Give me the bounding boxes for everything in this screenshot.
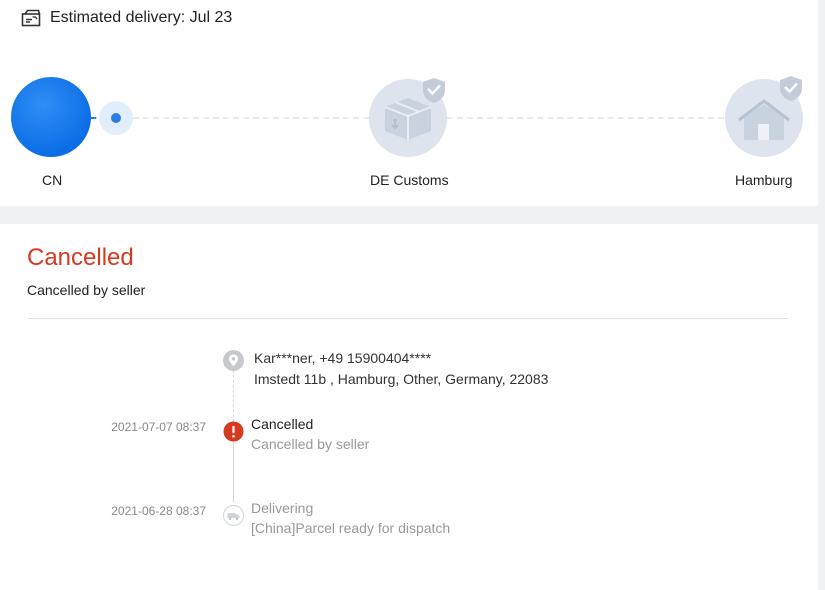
event-detail: [China]Parcel ready for dispatch [251, 520, 451, 536]
truck-icon [222, 504, 245, 531]
stop-label-origin: CN [42, 172, 63, 188]
divider [28, 318, 788, 319]
timeline-connector [233, 442, 234, 502]
address-recipient: Kar***ner, +49 15900404**** [254, 350, 432, 366]
address-street: Imstedt 11b , Hamburg, Other, Germany, 2… [254, 371, 549, 387]
delivery-route-card: Estimated delivery: Jul 23 CN DE Customs [0, 0, 818, 206]
event-title: Cancelled [251, 416, 314, 432]
exclamation-icon [223, 421, 244, 447]
delivery-box-icon [21, 9, 41, 27]
location-pin-icon [223, 350, 244, 376]
route-line-segment [447, 117, 724, 119]
house-icon [722, 74, 806, 163]
event-date: 2021-07-07 08:37 [111, 420, 206, 434]
event-date: 2021-06-28 08:37 [111, 504, 206, 518]
status-subtitle: Cancelled by seller [27, 282, 146, 298]
estimated-delivery-text: Estimated delivery: Jul 23 [50, 9, 233, 26]
event-detail: Cancelled by seller [251, 436, 370, 452]
status-title: Cancelled [27, 244, 134, 271]
current-position-marker [99, 101, 133, 135]
event-title: Delivering [251, 500, 314, 516]
stop-label-customs: DE Customs [370, 172, 449, 188]
current-position-dot [111, 113, 121, 123]
stop-label-destination: Hamburg [735, 172, 793, 188]
origin-stop-marker [11, 77, 91, 157]
timeline-connector [233, 370, 234, 422]
route-line-segment [133, 117, 369, 119]
customs-package-icon [368, 76, 450, 163]
estimated-delivery: Estimated delivery: Jul 23 [21, 9, 232, 27]
